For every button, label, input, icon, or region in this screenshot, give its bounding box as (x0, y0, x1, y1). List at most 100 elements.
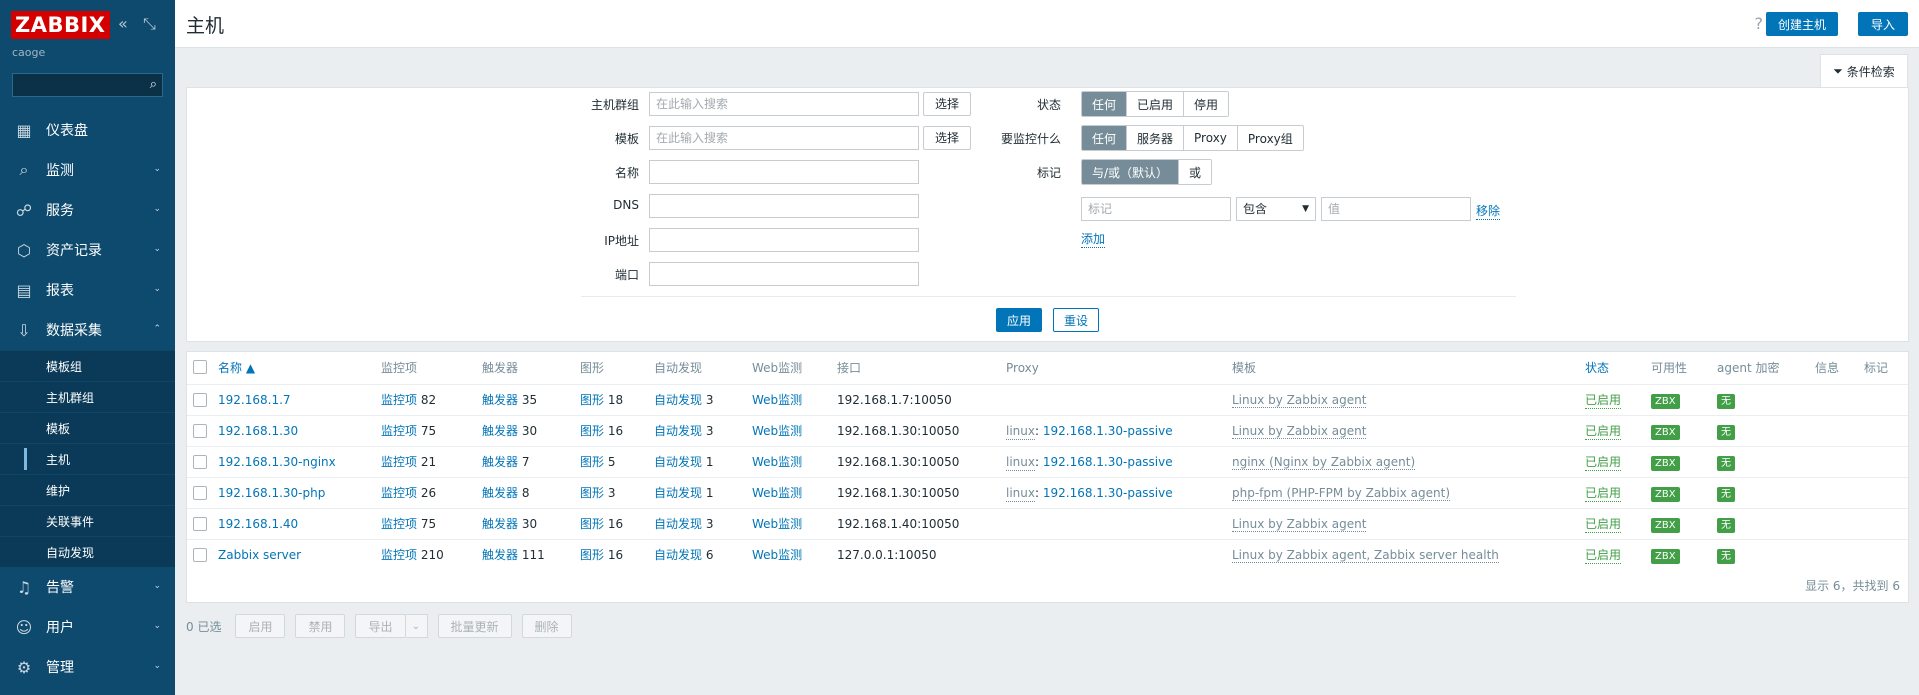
triggers-link[interactable]: 触发器 (482, 486, 518, 500)
zabbix-logo[interactable]: ZABBIX (11, 11, 110, 39)
monitored-any[interactable]: 任何 (1082, 126, 1128, 150)
host-name-link[interactable]: 192.168.1.7 (218, 393, 291, 407)
remove-tag-link[interactable]: 移除 (1476, 202, 1501, 220)
collapse-sidebar-icon[interactable]: « (118, 14, 128, 33)
status-disabled[interactable]: 停用 (1184, 92, 1229, 116)
mass-update-button[interactable]: 批量更新 (437, 614, 512, 638)
row-checkbox[interactable] (193, 424, 207, 438)
tags-and-or[interactable]: 与/或（默认） (1082, 160, 1180, 184)
sub-item-hosts[interactable]: 主机 (0, 443, 175, 474)
discovery-link[interactable]: 自动发现 (654, 548, 702, 562)
template-link[interactable]: Linux by Zabbix agent (1232, 424, 1367, 439)
host-name-link[interactable]: 192.168.1.30-php (218, 486, 325, 500)
web-link[interactable]: Web监测 (752, 517, 802, 531)
status-toggle[interactable]: 已启用 (1585, 454, 1622, 471)
add-tag-link[interactable]: 添加 (1081, 230, 1106, 248)
sub-item-maintenance[interactable]: 维护 (0, 474, 175, 505)
menu-item-monitoring[interactable]: ⌕ 监测 ⌄ (0, 150, 175, 190)
triggers-link[interactable]: 触发器 (482, 424, 518, 438)
create-host-button[interactable]: 创建主机 (1766, 12, 1838, 36)
host-name-link[interactable]: Zabbix server (218, 548, 301, 562)
web-link[interactable]: Web监测 (752, 486, 802, 500)
items-link[interactable]: 监控项 (381, 424, 417, 438)
kiosk-mode-icon[interactable]: ⤡ (143, 14, 156, 34)
filter-tab[interactable]: ⏷ 条件检索 (1820, 54, 1908, 88)
dns-input[interactable] (649, 194, 919, 218)
menu-item-dashboard[interactable]: ▦ 仪表盘 (0, 110, 175, 150)
import-button[interactable]: 导入 (1858, 12, 1908, 36)
proxy-link[interactable]: 192.168.1.30-passive (1043, 424, 1173, 438)
sidebar-search-input[interactable]: ⌕ (12, 73, 163, 97)
template-link[interactable]: Linux by Zabbix agent (1232, 517, 1367, 532)
template-link[interactable]: nginx (Nginx by Zabbix agent) (1232, 455, 1416, 470)
web-link[interactable]: Web监测 (752, 548, 802, 562)
disable-button[interactable]: 禁用 (295, 614, 346, 638)
host-name-link[interactable]: 192.168.1.30 (218, 424, 298, 438)
template-link[interactable]: php-fpm (PHP-FPM by Zabbix agent) (1232, 486, 1451, 501)
header-name[interactable]: 名称 ▲ (218, 352, 255, 384)
tag-value-input[interactable]: 值 (1321, 197, 1471, 221)
export-button[interactable]: 导出 (355, 614, 406, 638)
host-name-link[interactable]: 192.168.1.30-nginx (218, 455, 336, 469)
status-any[interactable]: 任何 (1082, 92, 1128, 116)
status-toggle[interactable]: 已启用 (1585, 485, 1622, 502)
menu-item-alerts[interactable]: ♫ 告警 ⌄ (0, 567, 175, 607)
status-toggle[interactable]: 已启用 (1585, 423, 1622, 440)
status-toggle[interactable]: 已启用 (1585, 516, 1622, 533)
sub-item-templates[interactable]: 模板 (0, 412, 175, 443)
host-groups-select-button[interactable]: 选择 (923, 92, 971, 116)
apply-button[interactable]: 应用 (996, 308, 1042, 332)
monitored-server[interactable]: 服务器 (1127, 126, 1185, 150)
reset-button[interactable]: 重设 (1053, 308, 1099, 332)
status-toggle[interactable]: 已启用 (1585, 392, 1622, 409)
search-icon[interactable]: ⌕ (150, 77, 157, 92)
tag-name-input[interactable]: 标记 (1081, 197, 1231, 221)
web-link[interactable]: Web监测 (752, 424, 802, 438)
status-toggle[interactable]: 已启用 (1585, 547, 1622, 564)
delete-button[interactable]: 删除 (521, 614, 572, 638)
web-link[interactable]: Web监测 (752, 393, 802, 407)
discovery-link[interactable]: 自动发现 (654, 455, 702, 469)
host-groups-input[interactable]: 在此输入搜索 (649, 92, 919, 116)
triggers-link[interactable]: 触发器 (482, 455, 518, 469)
enable-button[interactable]: 启用 (235, 614, 286, 638)
triggers-link[interactable]: 触发器 (482, 548, 518, 562)
discovery-link[interactable]: 自动发现 (654, 424, 702, 438)
tags-or[interactable]: 或 (1179, 160, 1212, 184)
menu-item-users[interactable]: ☺ 用户 ⌄ (0, 607, 175, 647)
items-link[interactable]: 监控项 (381, 486, 417, 500)
templates-select-button[interactable]: 选择 (923, 126, 971, 150)
menu-item-administration[interactable]: ⚙ 管理 ⌄ (0, 647, 175, 687)
items-link[interactable]: 监控项 (381, 393, 417, 407)
triggers-link[interactable]: 触发器 (482, 393, 518, 407)
sub-item-host-groups[interactable]: 主机群组 (0, 381, 175, 412)
menu-item-services[interactable]: ☍ 服务 ⌄ (0, 190, 175, 230)
monitored-proxy-group[interactable]: Proxy组 (1237, 126, 1303, 150)
web-link[interactable]: Web监测 (752, 455, 802, 469)
proxy-link[interactable]: 192.168.1.30-passive (1043, 486, 1173, 500)
export-dropdown-icon[interactable]: ⌄ (405, 614, 428, 638)
ip-input[interactable] (649, 228, 919, 252)
help-icon[interactable]: ? (1755, 14, 1764, 33)
menu-item-reports[interactable]: ▤ 报表 ⌄ (0, 270, 175, 310)
select-all-checkbox[interactable] (193, 360, 207, 374)
items-link[interactable]: 监控项 (381, 455, 417, 469)
discovery-link[interactable]: 自动发现 (654, 517, 702, 531)
status-enabled[interactable]: 已启用 (1127, 92, 1185, 116)
discovery-link[interactable]: 自动发现 (654, 486, 702, 500)
sub-item-template-groups[interactable]: 模板组 (0, 350, 175, 381)
row-checkbox[interactable] (193, 455, 207, 469)
proxy-link[interactable]: 192.168.1.30-passive (1043, 455, 1173, 469)
menu-item-inventory[interactable]: ⬡ 资产记录 ⌄ (0, 230, 175, 270)
name-input[interactable] (649, 160, 919, 184)
row-checkbox[interactable] (193, 517, 207, 531)
graphs-link[interactable]: 图形 (580, 424, 604, 438)
graphs-link[interactable]: 图形 (580, 517, 604, 531)
items-link[interactable]: 监控项 (381, 548, 417, 562)
triggers-link[interactable]: 触发器 (482, 517, 518, 531)
sub-item-event-correlation[interactable]: 关联事件 (0, 505, 175, 536)
row-checkbox[interactable] (193, 548, 207, 562)
sub-item-discovery[interactable]: 自动发现 (0, 536, 175, 567)
graphs-link[interactable]: 图形 (580, 393, 604, 407)
graphs-link[interactable]: 图形 (580, 548, 604, 562)
